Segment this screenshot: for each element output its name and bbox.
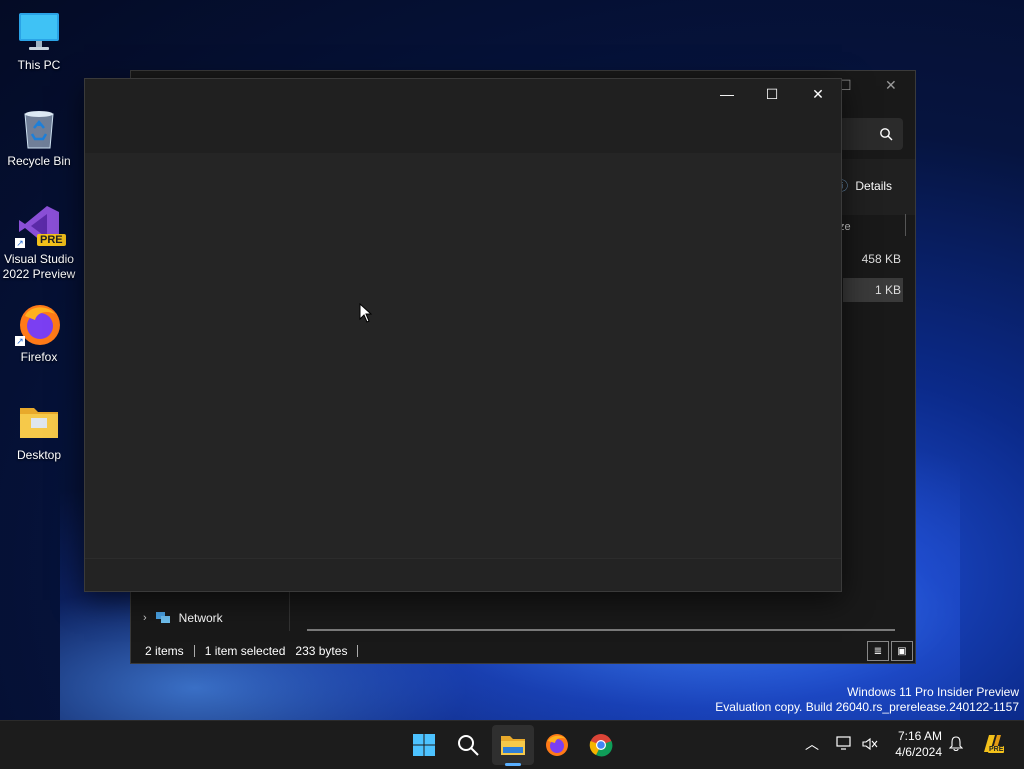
view-toggle: ≣ ▣ <box>867 641 913 661</box>
details-button[interactable]: ⓘ Details <box>836 177 892 194</box>
chevron-right-icon[interactable]: › <box>143 612 147 624</box>
pre-badge: PRE <box>37 234 66 246</box>
monitor-icon <box>17 10 61 54</box>
mouse-cursor-icon <box>359 303 373 323</box>
network-icon <box>155 612 170 623</box>
clock-time: 7:16 AM <box>897 729 942 743</box>
search-icon <box>880 128 893 141</box>
search-button[interactable] <box>452 729 484 761</box>
file-explorer-icon <box>501 736 525 755</box>
tiles-view-icon[interactable]: ▣ <box>891 641 913 661</box>
close-button[interactable]: ✕ <box>795 79 841 109</box>
status-selected: 1 item selected <box>204 644 286 658</box>
maximize-icon: ☐ <box>765 85 779 102</box>
desktop-icon-firefox[interactable]: ↗ Firefox <box>0 302 78 365</box>
status-bar: 2 items 1 item selected 233 bytes <box>145 644 359 658</box>
desktop-icon-label: Desktop <box>16 448 62 462</box>
network-icon[interactable] <box>836 736 852 750</box>
desktop-icon-label: Firefox <box>20 350 58 364</box>
status-divider <box>357 645 359 657</box>
desktop-icon-label: Recycle Bin <box>7 154 71 168</box>
file-size-cell: 1 KB <box>874 283 901 297</box>
chrome-icon <box>589 734 613 757</box>
details-view-icon[interactable]: ≣ <box>867 641 889 661</box>
desktop-icon-visual-studio[interactable]: PRE ↗ Visual Studio 2022 Preview <box>0 204 78 282</box>
clock[interactable]: 7:16 AM 4/6/2024 <box>884 728 942 760</box>
folder-icon <box>17 400 61 444</box>
file-size-cell: 458 KB <box>861 252 901 266</box>
recycle-bin-icon <box>17 106 61 150</box>
window-bottom-bar <box>85 558 841 591</box>
blank-window[interactable]: — ☐ ✕ <box>84 78 842 592</box>
maximize-button[interactable]: ☐ <box>749 79 795 109</box>
close-icon[interactable]: ✕ <box>885 77 897 94</box>
desktop-icon-recycle-bin[interactable]: Recycle Bin <box>0 106 78 169</box>
horizontal-scrollbar[interactable] <box>307 629 895 631</box>
minimize-button[interactable]: — <box>704 79 750 109</box>
sidebar-item-network[interactable]: › Network <box>143 611 223 625</box>
volume-muted-icon[interactable] <box>862 737 878 751</box>
desktop-icon-label: This PC <box>17 58 61 72</box>
status-size: 233 bytes <box>295 644 348 658</box>
visual-studio-icon: PRE ↗ <box>15 204 66 248</box>
firefox-icon: ↗ <box>15 302 61 346</box>
file-explorer-taskbar-button[interactable] <box>497 729 529 761</box>
nav-pane-divider[interactable] <box>289 591 290 631</box>
shortcut-arrow-icon: ↗ <box>15 238 25 248</box>
evaluation-watermark: Windows 11 Pro Insider Preview Evaluatio… <box>715 685 1019 714</box>
chrome-taskbar-button[interactable] <box>585 729 617 761</box>
chevron-up-icon[interactable]: ︿ <box>805 734 819 754</box>
windows-logo-icon <box>413 734 435 756</box>
column-divider[interactable] <box>905 214 906 236</box>
minimize-icon: — <box>720 86 734 102</box>
status-item-count: 2 items <box>145 644 184 658</box>
notification-bell-icon[interactable] <box>949 736 963 752</box>
firefox-icon <box>546 734 568 756</box>
active-app-indicator <box>505 763 521 766</box>
start-button[interactable] <box>408 729 440 761</box>
search-icon <box>458 735 479 756</box>
desktop-icon-desktop-folder[interactable]: Desktop <box>0 400 78 463</box>
clock-date: 4/6/2024 <box>895 745 942 759</box>
copilot-button[interactable]: PRE <box>980 732 1006 758</box>
shortcut-arrow-icon: ↗ <box>15 336 25 346</box>
desktop-icon-label: Visual Studio 2022 Preview <box>2 252 76 281</box>
close-icon: ✕ <box>812 85 824 102</box>
firefox-taskbar-button[interactable] <box>541 729 573 761</box>
status-divider <box>193 645 195 657</box>
desktop-icon-this-pc[interactable]: This PC <box>0 10 78 73</box>
pre-badge: PRE <box>988 746 1005 753</box>
search-box[interactable] <box>839 118 903 150</box>
